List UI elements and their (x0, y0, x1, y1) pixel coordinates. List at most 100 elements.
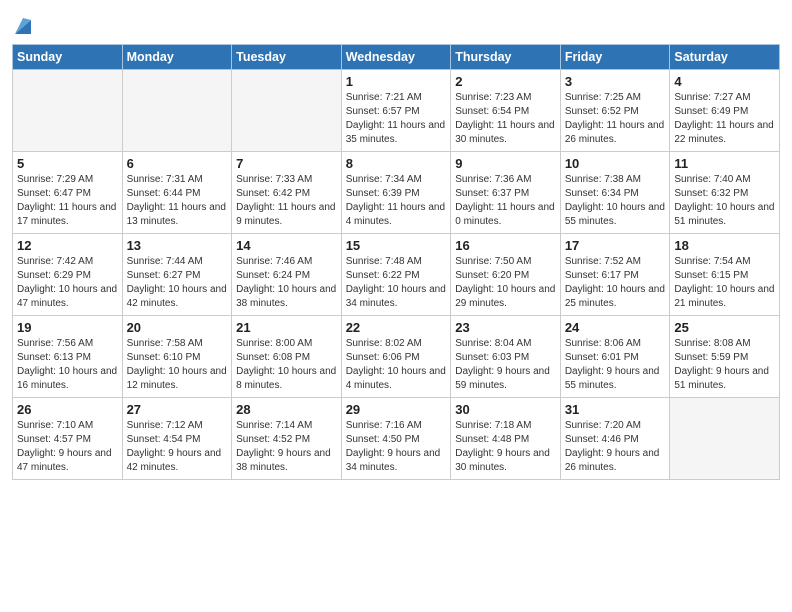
day-info: Sunrise: 7:46 AMSunset: 6:24 PMDaylight:… (236, 255, 337, 311)
calendar-cell: 28 Sunrise: 7:14 AMSunset: 4:52 PMDayligh… (232, 398, 342, 480)
calendar-header-wednesday: Wednesday (341, 45, 451, 70)
calendar-header-tuesday: Tuesday (232, 45, 342, 70)
calendar-cell: 23 Sunrise: 8:04 AMSunset: 6:03 PMDayligh… (451, 316, 561, 398)
day-number: 3 (565, 74, 666, 89)
calendar-cell: 25 Sunrise: 8:08 AMSunset: 5:59 PMDayligh… (670, 316, 780, 398)
calendar-cell: 6Sunrise: 7:31 AMSunset: 6:44 PMDaylight… (122, 152, 232, 234)
day-number: 14 (236, 238, 337, 253)
calendar-cell: 26 Sunrise: 7:10 AMSunset: 4:57 PMDayligh… (13, 398, 123, 480)
calendar-cell: 17 Sunrise: 7:52 AMSunset: 6:17 PMDayligh… (560, 234, 670, 316)
day-number: 20 (127, 320, 228, 335)
day-number: 22 (346, 320, 447, 335)
day-info: Sunrise: 7:52 AMSunset: 6:17 PMDaylight:… (565, 255, 666, 311)
calendar-week-row: 19 Sunrise: 7:56 AMSunset: 6:13 PMDayligh… (13, 316, 780, 398)
calendar-cell: 15 Sunrise: 7:48 AMSunset: 6:22 PMDayligh… (341, 234, 451, 316)
day-number: 15 (346, 238, 447, 253)
day-number: 30 (455, 402, 556, 417)
day-number: 29 (346, 402, 447, 417)
calendar-cell: 1Sunrise: 7:21 AMSunset: 6:57 PMDaylight… (341, 70, 451, 152)
day-info: Sunrise: 7:21 AMSunset: 6:57 PMDaylight:… (346, 91, 447, 147)
calendar-cell: 8Sunrise: 7:34 AMSunset: 6:39 PMDaylight… (341, 152, 451, 234)
day-number: 9 (455, 156, 556, 171)
calendar-cell (232, 70, 342, 152)
calendar-cell (122, 70, 232, 152)
day-info: Sunrise: 7:50 AMSunset: 6:20 PMDaylight:… (455, 255, 556, 311)
calendar-cell (13, 70, 123, 152)
day-info: Sunrise: 7:31 AMSunset: 6:44 PMDaylight:… (127, 173, 228, 229)
page-container: SundayMondayTuesdayWednesdayThursdayFrid… (0, 0, 792, 488)
day-info: Sunrise: 7:42 AMSunset: 6:29 PMDaylight:… (17, 255, 118, 311)
calendar-cell: 10 Sunrise: 7:38 AMSunset: 6:34 PMDayligh… (560, 152, 670, 234)
day-info: Sunrise: 7:38 AMSunset: 6:34 PMDaylight:… (565, 173, 666, 229)
calendar-header-saturday: Saturday (670, 45, 780, 70)
calendar-cell: 9 Sunrise: 7:36 AMSunset: 6:37 PMDaylight… (451, 152, 561, 234)
day-info: Sunrise: 7:33 AMSunset: 6:42 PMDaylight:… (236, 173, 337, 229)
day-info: Sunrise: 8:00 AMSunset: 6:08 PMDaylight:… (236, 337, 337, 393)
calendar-cell: 18 Sunrise: 7:54 AMSunset: 6:15 PMDayligh… (670, 234, 780, 316)
day-number: 19 (17, 320, 118, 335)
day-info: Sunrise: 7:23 AMSunset: 6:54 PMDaylight:… (455, 91, 556, 147)
day-info: Sunrise: 7:54 AMSunset: 6:15 PMDaylight:… (674, 255, 775, 311)
day-number: 17 (565, 238, 666, 253)
calendar-cell: 2 Sunrise: 7:23 AMSunset: 6:54 PMDaylight… (451, 70, 561, 152)
calendar-week-row: 12 Sunrise: 7:42 AMSunset: 6:29 PMDayligh… (13, 234, 780, 316)
calendar-cell: 7 Sunrise: 7:33 AMSunset: 6:42 PMDaylight… (232, 152, 342, 234)
day-number: 27 (127, 402, 228, 417)
calendar-cell: 27 Sunrise: 7:12 AMSunset: 4:54 PMDayligh… (122, 398, 232, 480)
day-info: Sunrise: 7:12 AMSunset: 4:54 PMDaylight:… (127, 419, 228, 475)
day-info: Sunrise: 7:27 AMSunset: 6:49 PMDaylight:… (674, 91, 775, 147)
day-number: 24 (565, 320, 666, 335)
day-number: 11 (674, 156, 775, 171)
calendar-cell: 16 Sunrise: 7:50 AMSunset: 6:20 PMDayligh… (451, 234, 561, 316)
day-info: Sunrise: 8:02 AMSunset: 6:06 PMDaylight:… (346, 337, 447, 393)
day-info: Sunrise: 7:56 AMSunset: 6:13 PMDaylight:… (17, 337, 118, 393)
calendar-table: SundayMondayTuesdayWednesdayThursdayFrid… (12, 44, 780, 480)
day-info: Sunrise: 7:16 AMSunset: 4:50 PMDaylight:… (346, 419, 447, 475)
calendar-header-thursday: Thursday (451, 45, 561, 70)
calendar-cell: 31Sunrise: 7:20 AMSunset: 4:46 PMDayligh… (560, 398, 670, 480)
calendar-header-row: SundayMondayTuesdayWednesdayThursdayFrid… (13, 45, 780, 70)
day-number: 7 (236, 156, 337, 171)
day-number: 26 (17, 402, 118, 417)
day-number: 10 (565, 156, 666, 171)
day-number: 4 (674, 74, 775, 89)
day-number: 28 (236, 402, 337, 417)
day-number: 21 (236, 320, 337, 335)
calendar-week-row: 1Sunrise: 7:21 AMSunset: 6:57 PMDaylight… (13, 70, 780, 152)
day-info: Sunrise: 7:40 AMSunset: 6:32 PMDaylight:… (674, 173, 775, 229)
calendar-cell: 13Sunrise: 7:44 AMSunset: 6:27 PMDayligh… (122, 234, 232, 316)
day-info: Sunrise: 7:14 AMSunset: 4:52 PMDaylight:… (236, 419, 337, 475)
day-number: 12 (17, 238, 118, 253)
day-info: Sunrise: 8:06 AMSunset: 6:01 PMDaylight:… (565, 337, 666, 393)
calendar-cell: 4 Sunrise: 7:27 AMSunset: 6:49 PMDaylight… (670, 70, 780, 152)
calendar-week-row: 26 Sunrise: 7:10 AMSunset: 4:57 PMDayligh… (13, 398, 780, 480)
day-info: Sunrise: 7:29 AMSunset: 6:47 PMDaylight:… (17, 173, 118, 229)
day-number: 16 (455, 238, 556, 253)
calendar-header-friday: Friday (560, 45, 670, 70)
day-info: Sunrise: 7:48 AMSunset: 6:22 PMDaylight:… (346, 255, 447, 311)
day-number: 23 (455, 320, 556, 335)
day-number: 31 (565, 402, 666, 417)
calendar-week-row: 5 Sunrise: 7:29 AMSunset: 6:47 PMDaylight… (13, 152, 780, 234)
calendar-cell: 5 Sunrise: 7:29 AMSunset: 6:47 PMDaylight… (13, 152, 123, 234)
calendar-cell: 24 Sunrise: 8:06 AMSunset: 6:01 PMDayligh… (560, 316, 670, 398)
calendar-cell: 14 Sunrise: 7:46 AMSunset: 6:24 PMDayligh… (232, 234, 342, 316)
calendar-header-monday: Monday (122, 45, 232, 70)
day-number: 2 (455, 74, 556, 89)
day-info: Sunrise: 7:34 AMSunset: 6:39 PMDaylight:… (346, 173, 447, 229)
logo-icon (13, 12, 33, 36)
day-info: Sunrise: 8:08 AMSunset: 5:59 PMDaylight:… (674, 337, 775, 393)
calendar-cell: 19 Sunrise: 7:56 AMSunset: 6:13 PMDayligh… (13, 316, 123, 398)
day-number: 25 (674, 320, 775, 335)
calendar-cell: 21 Sunrise: 8:00 AMSunset: 6:08 PMDayligh… (232, 316, 342, 398)
day-number: 18 (674, 238, 775, 253)
day-number: 5 (17, 156, 118, 171)
calendar-cell: 20 Sunrise: 7:58 AMSunset: 6:10 PMDayligh… (122, 316, 232, 398)
day-info: Sunrise: 8:04 AMSunset: 6:03 PMDaylight:… (455, 337, 556, 393)
day-info: Sunrise: 7:36 AMSunset: 6:37 PMDaylight:… (455, 173, 556, 229)
day-info: Sunrise: 7:58 AMSunset: 6:10 PMDaylight:… (127, 337, 228, 393)
day-info: Sunrise: 7:18 AMSunset: 4:48 PMDaylight:… (455, 419, 556, 475)
header (12, 10, 780, 36)
day-info: Sunrise: 7:44 AMSunset: 6:27 PMDaylight:… (127, 255, 228, 311)
day-info: Sunrise: 7:10 AMSunset: 4:57 PMDaylight:… (17, 419, 118, 475)
